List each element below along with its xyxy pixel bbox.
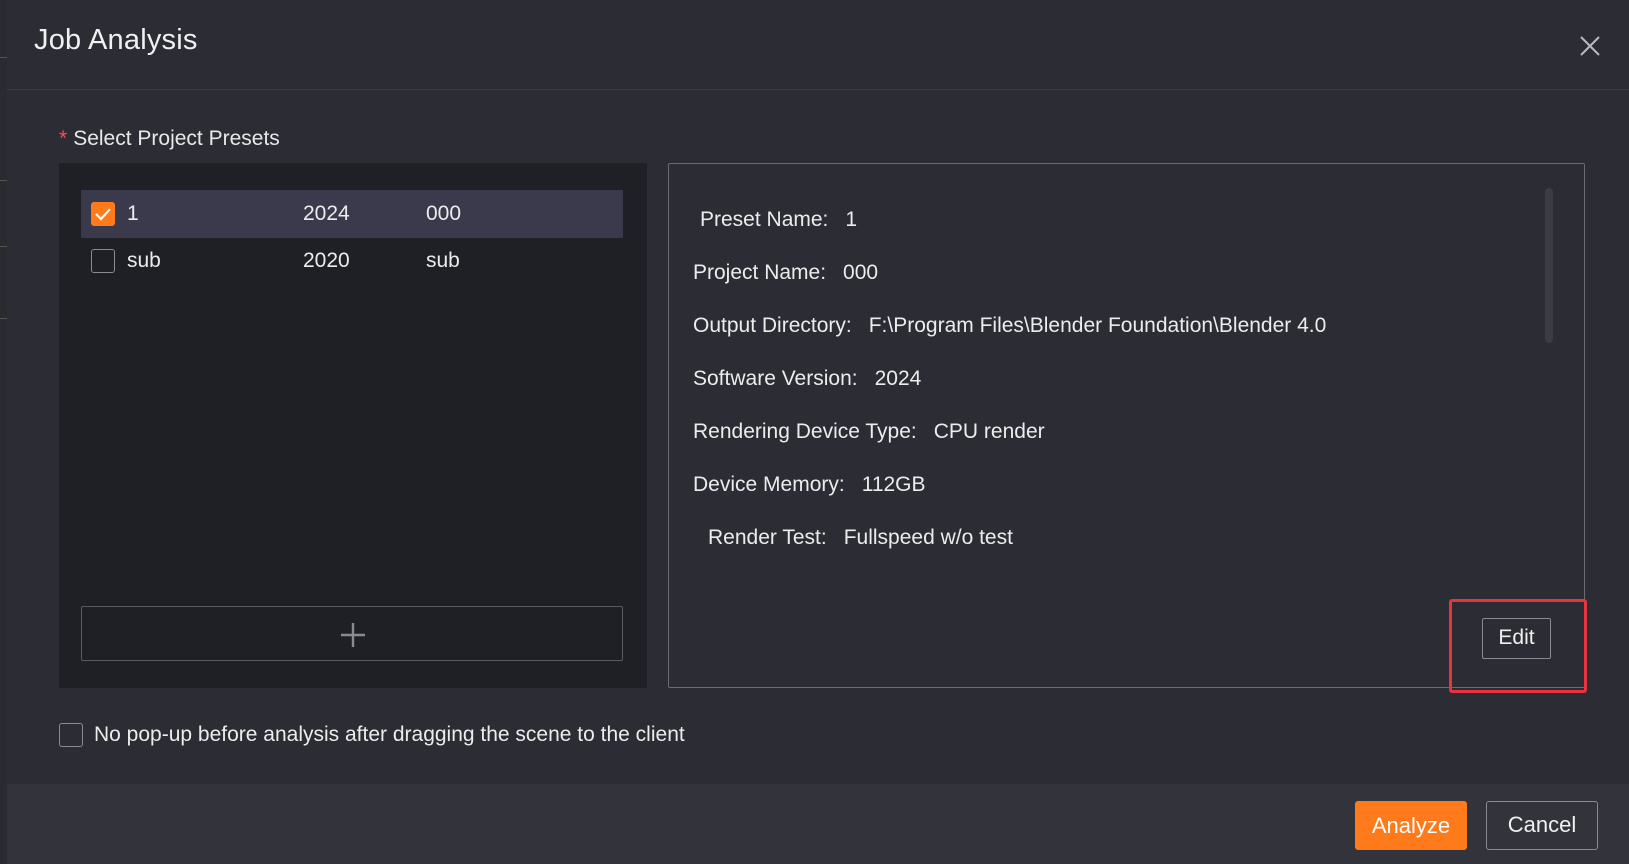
background-divider bbox=[0, 57, 7, 58]
detail-output-directory: Output Directory: F:\Program Files\Blende… bbox=[693, 314, 1326, 338]
detail-value: 000 bbox=[843, 261, 879, 284]
detail-value: 1 bbox=[845, 208, 858, 231]
preset-row[interactable]: 1 2024 000 bbox=[81, 190, 623, 238]
detail-value: CPU render bbox=[933, 420, 1045, 443]
preset-checkbox[interactable] bbox=[91, 202, 115, 226]
detail-label: Software Version: bbox=[693, 367, 858, 390]
dialog-header: Job Analysis bbox=[7, 0, 1629, 90]
preset-version: 2020 bbox=[303, 249, 350, 272]
preset-name: 1 bbox=[127, 202, 139, 225]
no-popup-checkbox[interactable] bbox=[59, 723, 83, 747]
edit-button[interactable]: Edit bbox=[1482, 618, 1551, 659]
detail-label: Rendering Device Type: bbox=[693, 420, 917, 443]
preset-checkbox[interactable] bbox=[91, 249, 115, 273]
background-divider bbox=[0, 318, 7, 319]
background-divider bbox=[0, 180, 7, 181]
preset-project: 000 bbox=[426, 202, 462, 225]
plus-icon bbox=[341, 623, 365, 647]
detail-label: Project Name: bbox=[693, 261, 827, 284]
detail-software-version: Software Version: 2024 bbox=[693, 367, 921, 391]
background-divider bbox=[0, 246, 7, 247]
preset-version: 2024 bbox=[303, 202, 350, 225]
job-analysis-dialog: Job Analysis * Select Project Presets 1 2… bbox=[7, 0, 1629, 864]
details-scrollbar[interactable] bbox=[1545, 188, 1553, 343]
detail-preset-name: Preset Name: 1 bbox=[700, 208, 857, 232]
detail-value: 2024 bbox=[874, 367, 922, 390]
presets-list-panel: 1 2024 000 sub 2020 sub bbox=[59, 163, 647, 688]
label-text: Select Project Presets bbox=[73, 127, 280, 150]
analyze-button[interactable]: Analyze bbox=[1355, 801, 1467, 850]
detail-label: Render Test: bbox=[708, 526, 827, 549]
cancel-button[interactable]: Cancel bbox=[1486, 801, 1598, 850]
preset-project: sub bbox=[426, 249, 460, 272]
detail-value: 112GB bbox=[861, 473, 926, 496]
detail-device-memory: Device Memory: 112GB bbox=[693, 473, 926, 497]
checkmark-icon bbox=[95, 208, 111, 221]
add-preset-button[interactable] bbox=[81, 606, 623, 661]
detail-value: Fullspeed w/o test bbox=[843, 526, 1013, 549]
preset-details-panel: Preset Name: 1 Project Name: 000 Output Di… bbox=[668, 163, 1585, 688]
select-project-presets-label: * Select Project Presets bbox=[59, 127, 280, 151]
dialog-footer: Analyze Cancel bbox=[7, 784, 1629, 864]
detail-project-name: Project Name: 000 bbox=[693, 261, 878, 285]
detail-label: Output Directory: bbox=[693, 314, 852, 337]
dialog-title: Job Analysis bbox=[34, 24, 198, 56]
no-popup-label: No pop-up before analysis after dragging… bbox=[94, 723, 685, 746]
detail-label: Device Memory: bbox=[693, 473, 845, 496]
preset-name: sub bbox=[127, 249, 161, 272]
detail-value: F:\Program Files\Blender Foundation\Blen… bbox=[868, 314, 1327, 337]
preset-row[interactable]: sub 2020 sub bbox=[81, 237, 623, 285]
close-button[interactable] bbox=[1575, 31, 1605, 61]
detail-rendering-device-type: Rendering Device Type: CPU render bbox=[693, 420, 1045, 444]
required-marker: * bbox=[59, 127, 68, 150]
detail-render-test: Render Test: Fullspeed w/o test bbox=[708, 526, 1013, 550]
detail-label: Preset Name: bbox=[700, 208, 829, 231]
background-window-edge bbox=[0, 0, 7, 864]
close-icon bbox=[1580, 36, 1600, 56]
